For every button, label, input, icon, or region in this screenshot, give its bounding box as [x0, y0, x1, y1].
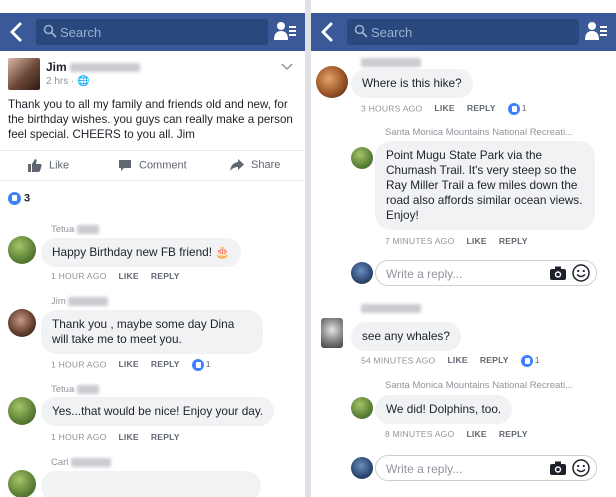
search-icon	[43, 24, 57, 38]
comment-author[interactable]: Tetua	[51, 384, 99, 395]
comment-like-button[interactable]: LIKE	[447, 355, 467, 365]
search-placeholder: Search	[371, 25, 413, 40]
top-area: Search	[311, 0, 616, 58]
comment-bubble: Thank you , maybe some day Dina will tak…	[41, 310, 263, 354]
like-reaction-icon	[191, 359, 204, 371]
comment-reply-button[interactable]: REPLY	[151, 359, 180, 369]
commenter-avatar[interactable]	[8, 309, 36, 337]
search-placeholder: Search	[60, 25, 102, 40]
post-author-name[interactable]: Jim	[46, 60, 141, 74]
my-avatar	[351, 262, 373, 284]
commenter-avatar[interactable]	[316, 66, 348, 98]
comment-author[interactable]	[361, 57, 421, 68]
comment-meta: 8 MINUTES AGO LIKE REPLY	[385, 429, 528, 439]
like-button[interactable]: Like	[28, 159, 69, 172]
back-arrow-icon[interactable]	[6, 20, 28, 44]
emoji-icon[interactable]	[572, 264, 590, 282]
nav-bar: Search	[311, 13, 616, 51]
comment-like-button[interactable]: LIKE	[118, 359, 138, 369]
replier-avatar[interactable]	[351, 147, 373, 169]
commenter-avatar[interactable]	[8, 470, 36, 497]
friend-requests-icon[interactable]	[273, 20, 297, 42]
comment-bubble: Happy Birthday new FB friend! 🎂	[41, 238, 241, 267]
comment-bubble: see any whales?	[351, 322, 461, 351]
comment-reply-button[interactable]: REPLY	[499, 236, 528, 246]
comment-meta: 7 MINUTES AGO LIKE REPLY	[385, 236, 528, 246]
search-input[interactable]: Search	[347, 19, 579, 45]
comment-meta: 54 MINUTES AGO LIKE REPLY 1	[361, 355, 540, 367]
my-avatar	[351, 457, 373, 479]
comment-like-button[interactable]: LIKE	[118, 271, 138, 281]
friend-requests-icon[interactable]	[584, 20, 608, 42]
post-body: Thank you to all my family and friends o…	[8, 98, 293, 141]
comment-bubble: Yes...that would be nice! Enjoy your day…	[41, 397, 275, 426]
comment-bubble	[41, 471, 261, 497]
comment-meta: 3 HOURS AGO LIKE REPLY 1	[361, 103, 527, 115]
camera-icon[interactable]	[550, 266, 566, 280]
left-screen: Search Jim 2 hrs · 🌐 Thank you to all my…	[0, 0, 305, 497]
comment-bubble: We did! Dolphins, too.	[375, 395, 513, 424]
comment-reply-button[interactable]: REPLY	[480, 355, 509, 365]
commenter-avatar[interactable]	[8, 236, 36, 264]
comment-like-count[interactable]: 1	[191, 359, 211, 371]
chevron-down-icon[interactable]	[281, 60, 293, 74]
comment-like-button[interactable]: LIKE	[466, 236, 486, 246]
camera-icon[interactable]	[550, 461, 566, 475]
commenter-avatar[interactable]	[8, 397, 36, 425]
nav-bar: Search	[0, 13, 305, 51]
comment-like-button[interactable]: LIKE	[434, 103, 454, 113]
emoji-icon[interactable]	[572, 459, 590, 477]
like-reaction-icon	[507, 103, 520, 115]
comment-like-button[interactable]: LIKE	[118, 432, 138, 442]
comment-like-button[interactable]: LIKE	[466, 429, 486, 439]
comment-author[interactable]: Santa Monica Mountains National Recreati…	[385, 380, 573, 391]
comment-author[interactable]: Tetua	[51, 224, 99, 235]
comment-reply-button[interactable]: REPLY	[467, 103, 496, 113]
replier-avatar[interactable]	[351, 397, 373, 419]
comment-bubble: Where is this hike?	[351, 69, 473, 98]
share-button[interactable]: Share	[230, 159, 280, 172]
comment-author[interactable]	[361, 303, 421, 314]
comment-bubble: Point Mugu State Park via the Chumash Tr…	[375, 141, 595, 230]
comment-icon	[119, 160, 131, 171]
back-arrow-icon[interactable]	[317, 20, 339, 44]
reply-placeholder: Write a reply...	[386, 267, 463, 281]
comment-reply-button[interactable]: REPLY	[151, 271, 180, 281]
comment-meta: 1 HOUR AGO LIKE REPLY	[51, 432, 180, 442]
reply-input[interactable]: Write a reply...	[375, 260, 597, 286]
comment-reply-button[interactable]: REPLY	[499, 429, 528, 439]
like-reaction-icon	[520, 355, 533, 367]
comment-author[interactable]: Santa Monica Mountains National Recreati…	[385, 127, 573, 138]
comment-like-count[interactable]: 1	[520, 355, 540, 367]
post-author-avatar[interactable]	[8, 58, 40, 90]
comment-meta: 1 HOUR AGO LIKE REPLY	[51, 271, 180, 281]
comment-meta: 1 HOUR AGO LIKE REPLY 1	[51, 359, 211, 371]
reply-input[interactable]: Write a reply...	[375, 455, 597, 481]
comment-author[interactable]: Jim	[51, 296, 109, 307]
right-screen: Search Where is this hike? 3 HOURS AGO LI…	[311, 0, 616, 497]
comment-author[interactable]: Carl	[51, 457, 112, 468]
commenter-avatar[interactable]	[321, 318, 343, 348]
like-thumb-icon	[28, 159, 42, 172]
reply-placeholder: Write a reply...	[386, 462, 463, 476]
comment-reply-button[interactable]: REPLY	[151, 432, 180, 442]
search-icon	[354, 24, 368, 38]
post-like-count[interactable]: 3	[8, 192, 30, 205]
comment-like-count[interactable]: 1	[507, 103, 527, 115]
post-actions-bar: Like Comment Share	[0, 150, 305, 181]
globe-icon: 🌐	[77, 76, 90, 87]
post-meta: 2 hrs · 🌐	[46, 76, 90, 87]
top-area: Search	[0, 0, 305, 58]
like-reaction-icon	[8, 192, 21, 205]
search-input[interactable]: Search	[36, 19, 268, 45]
share-icon	[230, 159, 244, 172]
comment-button[interactable]: Comment	[118, 159, 187, 172]
